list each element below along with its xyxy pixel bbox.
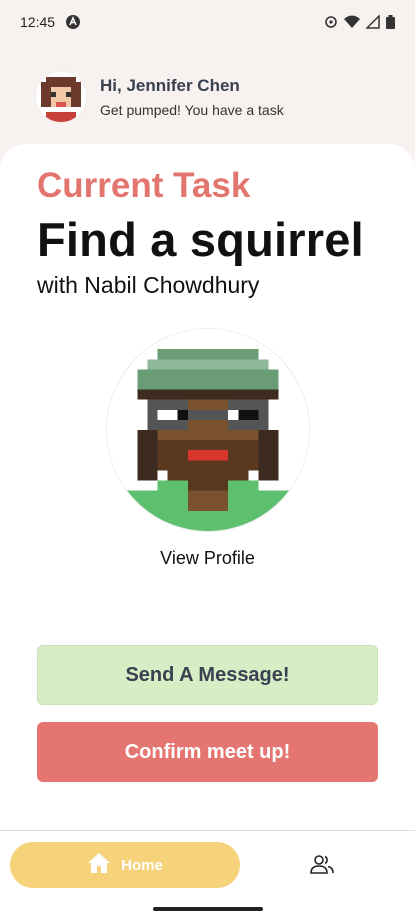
- nav-friends-tab[interactable]: [300, 851, 344, 881]
- user-avatar[interactable]: [36, 72, 86, 122]
- wifi-icon: [344, 15, 360, 29]
- sync-icon: [324, 15, 338, 29]
- greeting-block: Hi, Jennifer Chen Get pumped! You have a…: [100, 76, 284, 118]
- task-partner: with Nabil Chowdhury: [37, 272, 260, 298]
- task-eyebrow: Current Task: [37, 166, 251, 205]
- status-left: 12:45: [20, 14, 81, 30]
- user-header: Hi, Jennifer Chen Get pumped! You have a…: [36, 72, 284, 122]
- view-profile-link[interactable]: View Profile: [0, 548, 415, 569]
- status-bar: 12:45: [0, 0, 415, 44]
- partner-avatar[interactable]: [107, 329, 309, 531]
- nav-home-tab[interactable]: Home: [10, 842, 240, 888]
- status-right: [324, 15, 395, 29]
- people-icon: [310, 854, 334, 879]
- confirm-meetup-button[interactable]: Confirm meet up!: [37, 722, 378, 782]
- nav-home-label: Home: [121, 856, 163, 874]
- status-time: 12:45: [20, 14, 56, 30]
- greeting-subtitle: Get pumped! You have a task: [100, 102, 284, 118]
- greeting-title: Hi, Jennifer Chen: [100, 76, 240, 95]
- home-icon: [87, 852, 111, 878]
- send-message-button[interactable]: Send A Message!: [37, 645, 378, 705]
- battery-icon: [386, 15, 395, 29]
- app-notification-icon: [65, 14, 81, 30]
- home-indicator[interactable]: [153, 907, 263, 911]
- signal-icon: [366, 15, 380, 29]
- task-title: Find a squirrel: [37, 213, 364, 266]
